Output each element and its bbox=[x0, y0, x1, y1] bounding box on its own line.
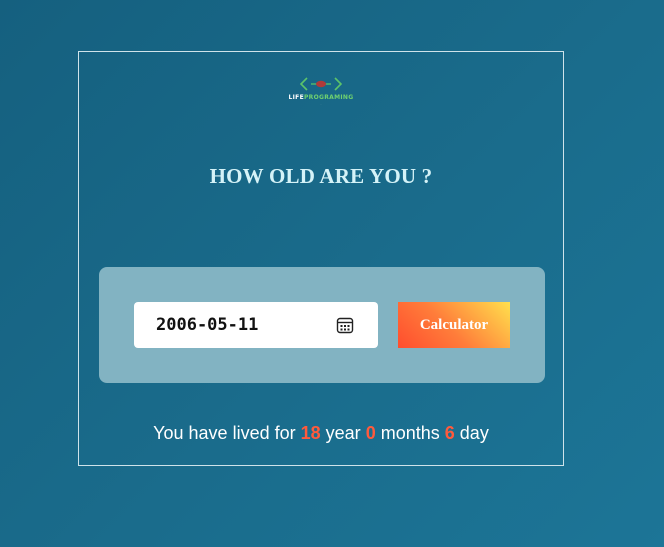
result-years: 18 bbox=[300, 423, 321, 443]
page-title: HOW OLD ARE YOU ? bbox=[209, 164, 433, 188]
result-months: 0 bbox=[365, 423, 376, 443]
logo-brand-part1: LIFE bbox=[288, 94, 304, 101]
calculator-button[interactable]: Calculator bbox=[398, 302, 510, 348]
age-calculator-card: LIFEPROGRAMING · HOW OLD ARE YOU ? 2006-… bbox=[78, 51, 564, 466]
result-days: 6 bbox=[444, 423, 455, 443]
logo: LIFEPROGRAMING · bbox=[79, 76, 563, 106]
logo-brand: LIFEPROGRAMING bbox=[79, 94, 563, 101]
code-brackets-logo-icon bbox=[299, 77, 343, 91]
logo-tagline: · bbox=[320, 102, 322, 106]
logo-brand-part2: PROGRAMING bbox=[303, 94, 354, 101]
age-result: You have lived for 18 year 0 months 6 da… bbox=[79, 423, 563, 444]
calendar-icon[interactable] bbox=[336, 316, 354, 334]
result-prefix: You have lived for bbox=[153, 423, 296, 443]
result-months-label: months bbox=[380, 423, 440, 443]
birth-date-input[interactable]: 2006-05-11 bbox=[134, 302, 378, 348]
input-panel: 2006-05-11 Calculator bbox=[99, 267, 545, 383]
birth-date-value: 2006-05-11 bbox=[156, 315, 259, 335]
result-years-label: year bbox=[325, 423, 361, 443]
result-days-label: day bbox=[459, 423, 489, 443]
